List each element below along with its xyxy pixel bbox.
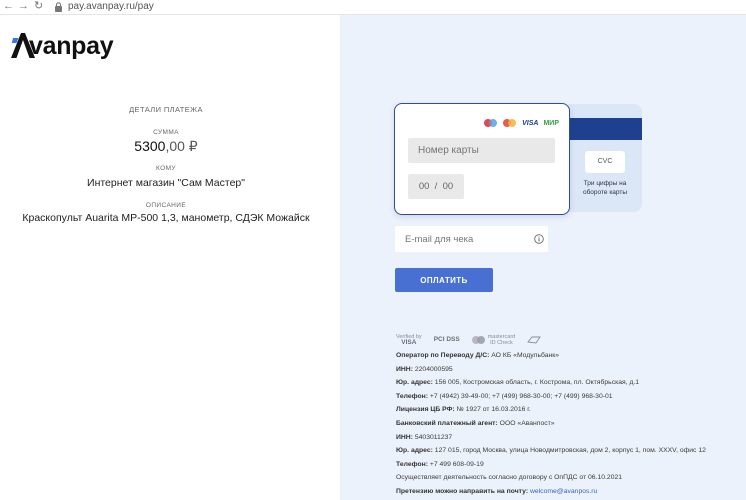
mastercard-icon <box>503 119 517 127</box>
legal-line-label: ИНН: <box>396 433 413 441</box>
legal-line-label: Банковский платежный агент: <box>396 420 498 427</box>
mastercard-small-icon <box>471 336 486 344</box>
legal-line-label: Оператор по Переводу Д/С: <box>396 352 490 359</box>
legal-line-value: АО КБ «Модульбанк» <box>489 352 560 359</box>
sum-label: СУММА <box>153 129 179 136</box>
payment-details-heading: ДЕТАЛИ ПЛАТЕЖА <box>129 105 203 114</box>
legal-line-value: +7 (4942) 39-49-00; +7 (499) 968-30-00; … <box>427 392 613 400</box>
arrow-left-icon[interactable]: ← <box>3 0 14 13</box>
mir-accept-icon <box>527 336 542 344</box>
legal-line: Юр. адрес: 127 015, город Москва, улица … <box>396 447 706 454</box>
legal-line: ИНН: 5403011237 <box>396 434 452 441</box>
legal-line-label: Телефон: <box>396 460 428 468</box>
pay-button[interactable]: ОПЛАТИТЬ <box>395 268 493 292</box>
legal-line: Осуществляет деятельность согласно догов… <box>396 474 622 481</box>
legal-line: ИНН: 2204000595 <box>396 366 453 373</box>
sum-integer: 5300 <box>134 138 166 154</box>
expiry-year[interactable]: 00 <box>443 181 454 192</box>
mir-icon: МИР <box>543 119 559 127</box>
sum-decimal: ,00 <box>165 138 185 154</box>
legal-line-value: 127 015, город Москва, улица Новодмитров… <box>432 447 706 455</box>
card-number-input[interactable] <box>408 138 555 163</box>
legal-line: Телефон: +7 499 608-09-19 <box>396 461 484 468</box>
legal-line-label: Юр. адрес: <box>396 447 433 455</box>
sum-value: 5300,00 ₽ <box>0 138 332 155</box>
legal-line-label: Телефон: <box>396 392 428 400</box>
legal-line-value: +7 499 608-09-19 <box>427 460 484 468</box>
legal-line-value: 2204000595 <box>412 365 453 373</box>
verified-by-visa-logo: Verified by VISA <box>396 334 422 346</box>
claim-email-link[interactable]: welcome@avanpos.ru <box>530 488 597 495</box>
address-bar-url[interactable]: pay.avanpay.ru/pay <box>68 1 154 13</box>
cvc-hint: Три цифры на обороте карты <box>582 180 628 196</box>
card-back: CVC Три цифры на обороте карты <box>568 104 642 212</box>
card-front: VISA МИР 00 / 00 <box>394 103 570 215</box>
maestro-icon <box>484 119 498 127</box>
legal-line: Лицензия ЦБ РФ: № 1927 от 16.03.2016 г. <box>396 406 531 413</box>
legal-line-label: Лицензия ЦБ РФ: <box>396 406 455 414</box>
info-icon[interactable] <box>534 234 544 244</box>
lock-icon <box>55 2 62 12</box>
legal-line: Претензию можно направить на почту: welc… <box>396 488 597 495</box>
legal-line-value: 156 005, Костромская область, г. Костром… <box>432 379 640 387</box>
expiry-input[interactable]: 00 / 00 <box>408 174 464 199</box>
recipient-label: КОМУ <box>156 165 176 172</box>
currency-symbol: ₽ <box>188 138 198 154</box>
card-magnetic-stripe <box>568 118 642 140</box>
legal-line-value: Осуществляет деятельность согласно догов… <box>396 474 623 482</box>
description-label: ОПИСАНИЕ <box>145 202 187 209</box>
visa-icon: VISA <box>522 119 539 127</box>
mastercard-id-check-logo: mastercard ID Check <box>471 334 515 346</box>
expiry-separator: / <box>434 181 438 192</box>
legal-line-value: ООО «Аванпост» <box>497 420 555 427</box>
recipient-value: Интернет магазин "Сам Мастер" <box>87 177 245 189</box>
legal-line-value: 5403011237 <box>412 433 453 441</box>
legal-line: Оператор по Переводу Д/С: АО КБ «Модульб… <box>396 352 559 359</box>
legal-line-label: Юр. адрес: <box>396 379 433 387</box>
expiry-month[interactable]: 00 <box>419 181 430 192</box>
legal-line: Телефон: +7 (4942) 39-49-00; +7 (499) 96… <box>396 393 613 400</box>
card-brand-logos: VISA МИР <box>484 118 559 128</box>
security-logos: Verified by VISA PCI DSS mastercard ID Ch… <box>396 333 542 347</box>
email-field[interactable] <box>395 226 548 252</box>
legal-line-value: № 1927 от 16.03.2016 г. <box>454 406 531 414</box>
logo-text: vanpay <box>29 32 114 60</box>
legal-line: Банковский платежный агент: ООО «Аванпос… <box>396 420 555 427</box>
legal-line: Юр. адрес: 156 005, Костромская область,… <box>396 379 639 386</box>
description-value: Краскопульт Auarita MP-500 1,3, манометр… <box>22 212 310 224</box>
cvc-input[interactable]: CVC <box>585 151 625 173</box>
legal-line-label: ИНН: <box>396 365 413 373</box>
payment-form-pane <box>340 15 746 500</box>
pci-dss-logo: PCI DSS <box>433 336 460 343</box>
legal-line-label: Претензию можно направить на почту: <box>396 488 529 495</box>
reload-icon[interactable]: ↻ <box>34 0 43 13</box>
arrow-right-icon[interactable]: → <box>18 0 29 13</box>
